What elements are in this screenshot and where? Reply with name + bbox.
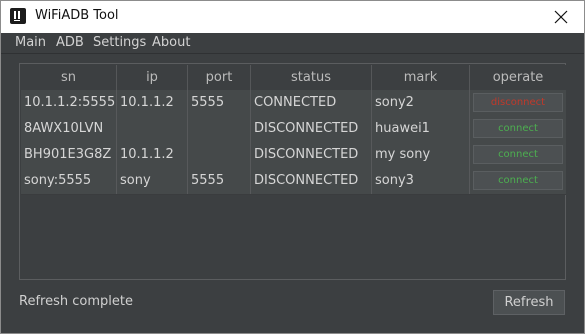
menu-main[interactable]: Main	[15, 35, 46, 50]
connect-button[interactable]: connect	[473, 145, 563, 164]
table-row[interactable]: sony:5555 sony 5555 DISCONNECTED sony3 c…	[21, 168, 566, 195]
cell-status: DISCONNECTED	[251, 142, 372, 168]
column-header-port[interactable]: port	[188, 65, 251, 90]
cell-mark: huawei1	[372, 116, 470, 142]
column-header-operate[interactable]: operate	[470, 65, 566, 90]
device-table: sn ip port status mark operate 10.1.1.2:…	[19, 63, 566, 280]
close-button[interactable]	[538, 1, 584, 33]
status-message: Refresh complete	[19, 294, 133, 309]
cell-mark: my sony	[372, 142, 470, 168]
cell-mark: sony2	[372, 90, 470, 116]
cell-status: DISCONNECTED	[251, 116, 372, 142]
column-header-sn[interactable]: sn	[21, 65, 117, 90]
table-row[interactable]: 8AWX10LVN DISCONNECTED huawei1 connect	[21, 116, 566, 143]
menu-about[interactable]: About	[152, 35, 190, 50]
cell-status: DISCONNECTED	[251, 168, 372, 194]
app-window: WiFiADB Tool Main ADB Settings About sn …	[0, 0, 585, 334]
cell-operate: connect	[470, 168, 566, 194]
cell-mark: sony3	[372, 168, 470, 194]
window-title: WiFiADB Tool	[35, 8, 119, 23]
cell-ip: sony	[117, 168, 188, 194]
app-icon	[10, 8, 26, 24]
table-header: sn ip port status mark operate	[21, 65, 566, 91]
connect-button[interactable]: connect	[473, 171, 563, 190]
title-bar: WiFiADB Tool	[1, 1, 584, 33]
cell-operate: connect	[470, 116, 566, 142]
cell-sn: BH901E3G8Z	[21, 142, 117, 168]
cell-ip: 10.1.1.2	[117, 142, 188, 168]
connect-button[interactable]: connect	[473, 119, 563, 138]
menu-adb[interactable]: ADB	[56, 35, 84, 50]
column-header-ip[interactable]: ip	[117, 65, 188, 90]
cell-port	[188, 142, 251, 168]
column-header-mark[interactable]: mark	[372, 65, 470, 90]
table-row[interactable]: BH901E3G8Z 10.1.1.2 DISCONNECTED my sony…	[21, 142, 566, 169]
cell-sn: sony:5555	[21, 168, 117, 194]
cell-port: 5555	[188, 90, 251, 116]
menu-bar: Main ADB Settings About	[1, 33, 584, 54]
cell-ip: 10.1.1.2	[117, 90, 188, 116]
refresh-button[interactable]: Refresh	[493, 290, 565, 315]
cell-status: CONNECTED	[251, 90, 372, 116]
disconnect-button[interactable]: disconnect	[473, 93, 563, 112]
cell-operate: disconnect	[470, 90, 566, 116]
close-icon	[554, 10, 568, 24]
table-row[interactable]: 10.1.1.2:5555 10.1.1.2 5555 CONNECTED so…	[21, 90, 566, 117]
cell-port	[188, 116, 251, 142]
cell-port: 5555	[188, 168, 251, 194]
column-header-status[interactable]: status	[251, 65, 372, 90]
cell-sn: 8AWX10LVN	[21, 116, 117, 142]
menu-settings[interactable]: Settings	[93, 35, 146, 50]
cell-sn: 10.1.1.2:5555	[21, 90, 117, 116]
cell-operate: connect	[470, 142, 566, 168]
cell-ip	[117, 116, 188, 142]
